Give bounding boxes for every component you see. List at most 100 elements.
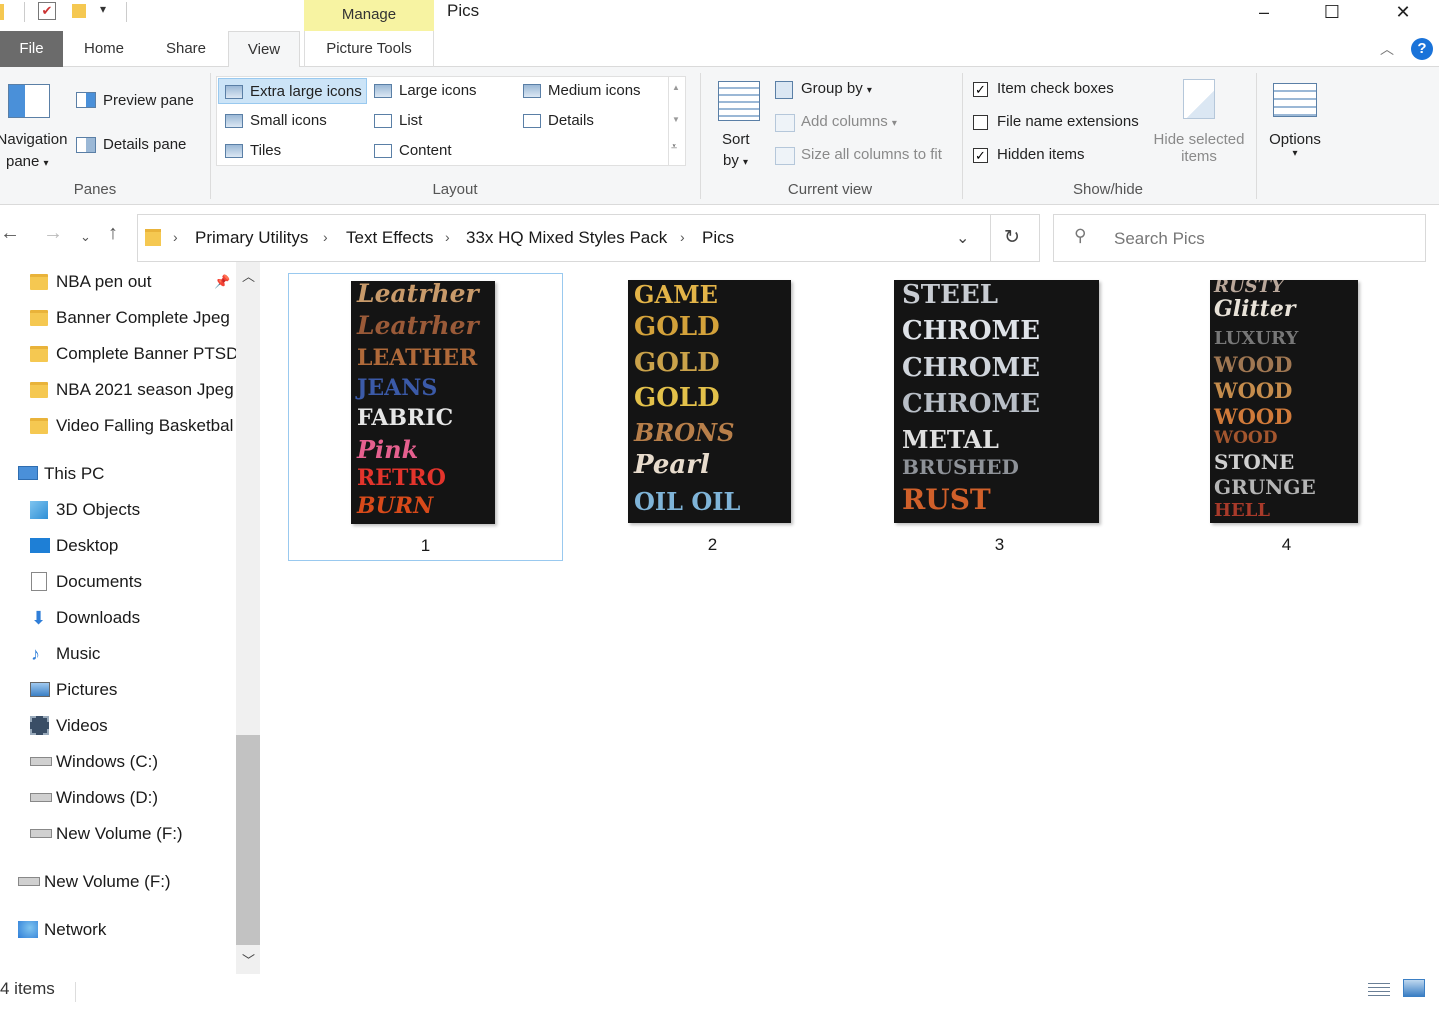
breadcrumb-text-effects[interactable]: Text Effects [346, 228, 434, 248]
divider [700, 73, 701, 199]
tab-home[interactable]: Home [70, 31, 138, 67]
item-check-boxes-label[interactable]: Item check boxes [997, 80, 1114, 97]
tab-view[interactable]: View [228, 31, 300, 68]
maximize-button[interactable]: ☐ [1309, 0, 1355, 24]
quick-access-item[interactable]: Video Falling Basketbal [30, 411, 233, 441]
extra-large-icons-option[interactable]: Extra large icons [218, 78, 367, 104]
tiles-option[interactable]: Tiles [219, 138, 359, 164]
quick-access-item[interactable]: Complete Banner PTSD [30, 339, 238, 369]
minimize-button[interactable]: – [1241, 0, 1287, 24]
quick-access-item[interactable]: NBA pen out [30, 267, 151, 297]
options-icon [1273, 83, 1317, 117]
quick-access-item[interactable]: NBA 2021 season Jpeg [30, 375, 234, 405]
tab-file[interactable]: File [0, 31, 63, 67]
small-icons-icon [225, 114, 243, 128]
nav-3d-objects[interactable]: 3D Objects [30, 495, 140, 525]
thumb-text: METAL [902, 425, 999, 454]
back-button[interactable]: ← [0, 223, 20, 243]
add-columns-button[interactable]: Add columns ▾ [801, 113, 897, 130]
list-option[interactable]: List [368, 108, 508, 134]
forward-button[interactable]: → [43, 223, 63, 243]
nav-music[interactable]: ♪ Music [30, 639, 100, 669]
collapse-ribbon-icon[interactable]: ︿ [1380, 39, 1394, 59]
ribbon-tabs: File Home Share View Picture Tools ︿ ? [0, 31, 1439, 68]
pin-icon[interactable]: 📌 [214, 274, 230, 290]
divider [1256, 73, 1257, 199]
chevron-right-icon[interactable]: › [323, 229, 328, 245]
refresh-icon[interactable]: ↻ [1004, 226, 1020, 249]
group-by-button[interactable]: Group by ▾ [801, 80, 872, 97]
nav-pictures[interactable]: Pictures [30, 675, 117, 705]
nav-videos[interactable]: Videos [30, 711, 108, 741]
hidden-items-checkbox[interactable]: ✓ [973, 148, 988, 163]
folder-icon [145, 229, 161, 246]
file-item[interactable]: GAME GOLD GOLD GOLD BRONS Pearl OIL OIL … [575, 273, 850, 561]
navigation-pane-dropdown[interactable]: pane ▾ [6, 153, 49, 170]
breadcrumb-pics[interactable]: Pics [702, 228, 734, 248]
sort-by-dropdown[interactable]: by ▾ [723, 152, 748, 169]
nav-windows-c[interactable]: Windows (C:) [30, 747, 158, 777]
scroll-down-icon[interactable]: ﹀ [242, 950, 255, 969]
medium-icons-option[interactable]: Medium icons [517, 78, 657, 104]
scroll-up-icon[interactable]: ▲ [672, 83, 680, 92]
file-item[interactable]: STEEL CHROME CHROME CHROME METAL BRUSHED… [862, 273, 1137, 561]
thumb-text: FABRIC [357, 405, 454, 431]
details-option[interactable]: Details [517, 108, 657, 134]
nav-this-pc[interactable]: This PC [18, 459, 104, 489]
document-icon [31, 572, 47, 591]
options-button[interactable]: Options ▾ [1266, 131, 1324, 159]
file-item[interactable]: RUSTY Glitter LUXURY WOOD WOOD WOOD WOOD… [1149, 273, 1424, 561]
hide-selected-button[interactable]: Hide selected items [1153, 131, 1245, 165]
preview-pane-button[interactable]: Preview pane [103, 92, 194, 109]
details-pane-button[interactable]: Details pane [103, 136, 186, 153]
options-label: Options [1269, 131, 1321, 148]
quick-access-item[interactable]: Banner Complete Jpeg [30, 303, 230, 333]
chevron-right-icon[interactable]: › [173, 229, 178, 245]
customize-toolbar-icon[interactable]: ▾ [100, 2, 118, 20]
nav-new-volume[interactable]: New Volume (F:) [18, 867, 171, 897]
layout-scrollbar[interactable]: ▲ ▼ ⩡ [668, 77, 685, 165]
address-history-dropdown[interactable]: ⌄ [956, 228, 969, 248]
help-icon[interactable]: ? [1411, 38, 1433, 60]
nav-network[interactable]: Network [18, 915, 106, 945]
details-view-icon[interactable] [1368, 980, 1390, 998]
large-icons-view-icon[interactable] [1403, 979, 1425, 997]
hidden-items-label[interactable]: Hidden items [997, 146, 1085, 163]
file-item[interactable]: Leatrher Leatrher LEATHER JEANS FABRIC P… [288, 273, 563, 561]
navigation-pane-button[interactable]: Navigation [0, 131, 68, 148]
manage-tab[interactable]: Manage [304, 0, 434, 31]
nav-documents[interactable]: Documents [30, 567, 142, 597]
item-check-boxes-checkbox[interactable]: ✓ [973, 82, 988, 97]
close-button[interactable]: ✕ [1380, 0, 1426, 24]
properties-icon[interactable]: ✔ [38, 2, 56, 20]
nav-downloads[interactable]: ⬇ Downloads [30, 603, 140, 633]
scroll-down-icon[interactable]: ▼ [672, 115, 680, 124]
large-icons-option[interactable]: Large icons [368, 78, 508, 104]
expand-gallery-icon[interactable]: ⩡ [671, 141, 677, 154]
nav-new-volume-f[interactable]: New Volume (F:) [30, 819, 183, 849]
scroll-up-icon[interactable]: ︿ [242, 266, 255, 285]
navigation-pane-icon [8, 84, 50, 118]
breadcrumb-mixed-styles-pack[interactable]: 33x HQ Mixed Styles Pack [466, 228, 667, 248]
small-icons-option[interactable]: Small icons [219, 108, 359, 134]
hide-selected-label-2: items [1181, 148, 1217, 165]
recent-locations-button[interactable]: ⌄ [80, 227, 91, 247]
chevron-right-icon[interactable]: › [445, 229, 450, 245]
navpane-scrollbar[interactable]: ︿ ﹀ [236, 262, 260, 974]
chevron-right-icon[interactable]: › [680, 229, 685, 245]
tab-share[interactable]: Share [152, 31, 220, 67]
up-button[interactable]: ↑ [108, 223, 118, 243]
scrollbar-thumb[interactable] [236, 735, 260, 945]
file-name-extensions-label[interactable]: File name extensions [997, 113, 1139, 130]
tab-picture-tools[interactable]: Picture Tools [304, 31, 434, 67]
address-bar[interactable]: › Primary Utilitys › Text Effects › 33x … [137, 214, 1040, 262]
breadcrumb-primary-utilitys[interactable]: Primary Utilitys [195, 228, 308, 248]
content-option[interactable]: Content [368, 138, 508, 164]
sort-by-button[interactable]: Sort [722, 131, 750, 148]
nav-windows-d[interactable]: Windows (D:) [30, 783, 158, 813]
nav-desktop[interactable]: Desktop [30, 531, 118, 561]
file-name-extensions-checkbox[interactable] [973, 115, 988, 130]
new-folder-icon[interactable] [72, 4, 86, 18]
search-input[interactable]: ⚲ Search Pics [1053, 214, 1426, 262]
size-all-columns-button[interactable]: Size all columns to fit [801, 146, 942, 163]
